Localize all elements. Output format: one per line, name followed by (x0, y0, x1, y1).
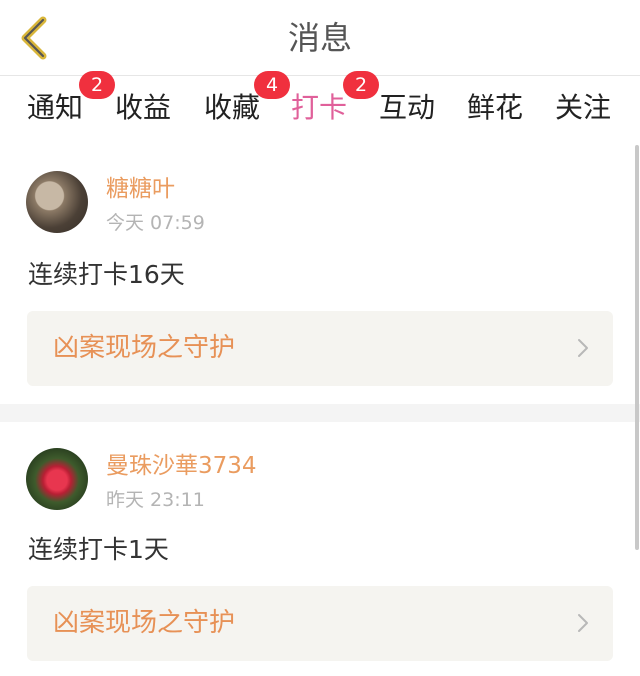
tab-label: 互动 (379, 91, 436, 124)
tab-checkin[interactable]: 打卡 2 (291, 71, 379, 151)
tab-interactions[interactable]: 互动 (379, 91, 435, 135)
timestamp: 昨天 23:11 (106, 489, 205, 511)
tab-label: 关注 (555, 91, 612, 124)
checkin-message: 连续打卡1天 (28, 535, 169, 564)
username[interactable]: 曼珠沙華3734 (106, 452, 257, 480)
avatar[interactable] (26, 171, 88, 233)
tab-earnings[interactable]: 收益 (115, 91, 171, 135)
unread-badge: 4 (254, 71, 290, 99)
book-link[interactable]: 凶案现场之守护 (27, 311, 613, 386)
feed-item: 曼珠沙華3734 昨天 23:11 连续打卡1天 凶案现场之守护 (0, 422, 640, 676)
book-link[interactable]: 凶案现场之守护 (27, 586, 613, 661)
unread-badge: 2 (79, 71, 115, 99)
tab-label: 收益 (115, 91, 172, 124)
book-title: 凶案现场之守护 (53, 333, 236, 363)
tab-flowers[interactable]: 鲜花 (467, 91, 523, 135)
chevron-right-icon (578, 339, 588, 357)
tab-label: 鲜花 (467, 91, 524, 124)
username[interactable]: 糖糖叶 (106, 175, 175, 203)
section-divider (0, 404, 640, 422)
scrollbar[interactable] (635, 145, 639, 550)
timestamp: 今天 07:59 (106, 212, 205, 234)
tab-following[interactable]: 关注 (555, 91, 611, 135)
header-bar: 消息 (0, 0, 640, 76)
tab-label: 打卡 (291, 91, 348, 124)
chevron-right-icon (578, 614, 588, 632)
page-title: 消息 (287, 19, 352, 57)
tab-bar: 通知 2 收益 收藏 4 打卡 2 互动 鲜花 关注 (0, 71, 640, 151)
unread-badge: 2 (343, 71, 379, 99)
tab-favorites[interactable]: 收藏 4 (204, 71, 290, 135)
book-title: 凶案现场之守护 (53, 608, 236, 638)
checkin-message: 连续打卡16天 (28, 260, 185, 289)
tab-label: 收藏 (204, 91, 261, 124)
tab-label: 通知 (27, 91, 84, 124)
tab-notifications[interactable]: 通知 2 (27, 71, 115, 135)
feed-item: 糖糖叶 今天 07:59 连续打卡16天 凶案现场之守护 (0, 145, 640, 404)
checkin-feed[interactable]: 糖糖叶 今天 07:59 连续打卡16天 凶案现场之守护 曼珠沙華3734 昨天… (0, 145, 640, 676)
avatar[interactable] (26, 448, 88, 510)
messages-screen: 消息 通知 2 收益 收藏 4 打卡 2 互动 鲜花 关注 糖糖叶 今天 07:… (0, 0, 640, 676)
